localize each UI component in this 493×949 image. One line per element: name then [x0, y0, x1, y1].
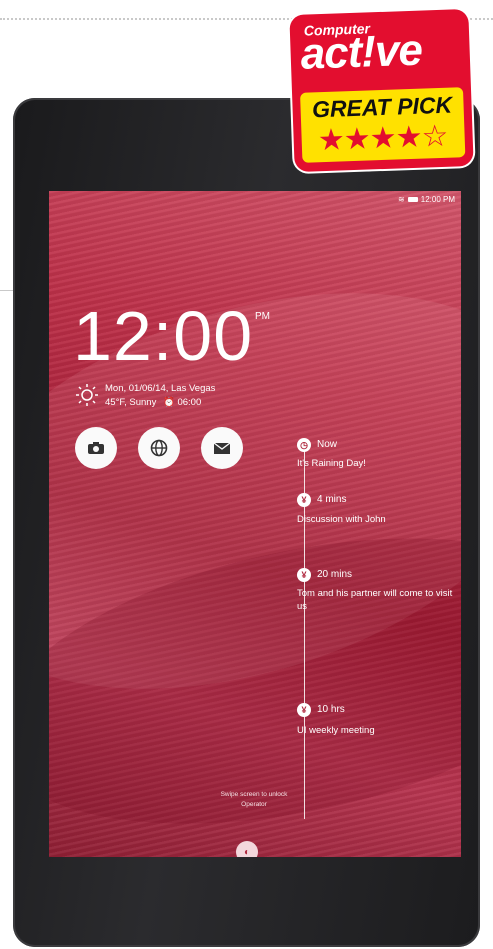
alarm-icon: ⏰ — [162, 397, 175, 408]
tablet-device: ≋ 12:00 PM 12:00 PM Mon, 01/06/14, Las V… — [13, 98, 480, 947]
weather-widget[interactable]: Mon, 01/06/14, Las Vegas 45°F, Sunny ⏰ 0… — [105, 382, 215, 410]
camera-icon — [88, 442, 104, 454]
event-desc-4[interactable]: UI weekly meeting — [297, 724, 457, 737]
event-time-1: Now — [317, 439, 338, 450]
event-time-3: 20 mins — [317, 569, 353, 580]
decorative-dotted-rule — [0, 18, 300, 20]
decorative-rule — [0, 290, 14, 291]
clock-ampm: PM — [255, 311, 270, 322]
star-empty-icon: ☆ — [420, 119, 448, 154]
event-icon: ¥ — [297, 703, 311, 717]
clock-icon: ◷ — [297, 438, 311, 452]
alarm-time: 06:00 — [177, 397, 202, 408]
badge-label-panel: GREAT PICK ★★★★☆ — [300, 87, 466, 163]
award-badge: Computer act!ve GREAT PICK ★★★★☆ — [289, 8, 474, 173]
status-bar: ≋ 12:00 PM — [398, 195, 455, 204]
event-desc-3[interactable]: Tom and his partner will come to visit u… — [297, 587, 457, 613]
star-filled-icon: ★ — [343, 122, 371, 157]
weather-line: 45°F, Sunny ⏰ 06:00 — [105, 396, 215, 410]
swipe-hint-text: Swipe screen to unlock — [220, 791, 288, 798]
badge-brand-large: act!ve — [299, 25, 423, 79]
event-icon: ¥ — [297, 568, 311, 582]
lock-screen[interactable]: ≋ 12:00 PM 12:00 PM Mon, 01/06/14, Las V… — [49, 191, 461, 857]
camera-button[interactable] — [75, 427, 117, 469]
event-icon: ¥ — [297, 493, 311, 507]
star-filled-icon: ★ — [369, 121, 397, 156]
star-filled-icon: ★ — [317, 123, 345, 158]
decorative-dotted-rule-right — [470, 18, 493, 20]
browser-button[interactable] — [138, 427, 180, 469]
event-time-4: 10 hrs — [317, 704, 345, 715]
wifi-icon: ≋ — [398, 195, 405, 204]
event-desc-2[interactable]: Discussion with John — [297, 513, 457, 526]
weather-temp: 45°F, Sunny — [105, 397, 157, 408]
swipe-hint: Swipe screen to unlock Operator — [189, 790, 319, 810]
star-rating: ★★★★☆ — [307, 119, 458, 158]
mail-button[interactable] — [201, 427, 243, 469]
globe-icon — [150, 439, 168, 457]
status-time: 12:00 PM — [420, 195, 455, 204]
event-time-2: 4 mins — [317, 494, 347, 505]
star-filled-icon: ★ — [395, 120, 423, 155]
clock[interactable]: 12:00 — [73, 301, 253, 371]
carrier-name: Operator — [241, 801, 267, 808]
badge-label: GREAT PICK — [311, 91, 453, 123]
unlock-icon: ◐ — [243, 846, 251, 858]
battery-icon — [407, 197, 418, 202]
sun-icon — [76, 384, 98, 406]
date-location: Mon, 01/06/14, Las Vegas — [105, 383, 216, 394]
event-desc-1[interactable]: It's Raining Day! — [297, 457, 457, 470]
mail-icon — [213, 441, 231, 454]
unlock-handle[interactable]: ◐ — [236, 841, 258, 857]
